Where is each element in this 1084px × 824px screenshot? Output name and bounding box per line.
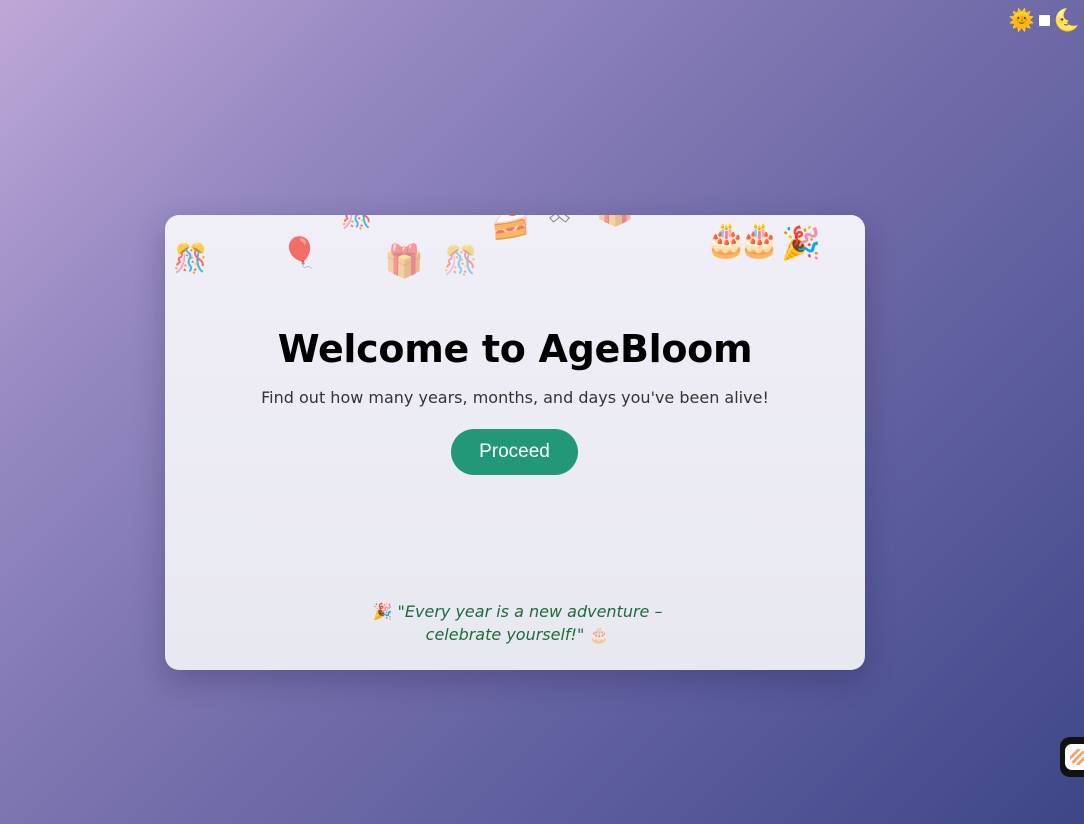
cake-icon: 🎂	[738, 220, 781, 260]
ribbon-icon: 🎗	[543, 215, 576, 223]
theme-switch[interactable]	[1038, 14, 1050, 26]
sun-icon: 🌞	[1008, 7, 1035, 32]
quote-text: "Every year is a new adventure – celebra…	[397, 602, 663, 644]
cake-slice-icon: 🍰	[490, 215, 533, 242]
gift-icon: 🎁	[595, 215, 635, 225]
page-subtitle: Find out how many years, months, and day…	[261, 388, 769, 407]
party-popper-icon: 🎉	[372, 602, 393, 621]
confetti-ball-icon: 🎊	[443, 244, 478, 277]
welcome-card: 🎊 🎊 🎈 🎁 🎊 🍰 🎗 🎁 🎂 🎂 🎉 Welcome to AgeBloo…	[165, 215, 865, 670]
party-popper-icon: 🎉	[781, 224, 821, 262]
confetti-ball-icon: 🎊	[341, 215, 374, 231]
motivational-quote: 🎉 "Every year is a new adventure – celeb…	[340, 600, 695, 646]
moon-icon: 🌜	[1053, 7, 1080, 32]
floating-app-badge[interactable]	[1060, 737, 1084, 777]
confetti-ball-icon: 🎊	[173, 242, 208, 275]
badge-logo-icon	[1065, 744, 1084, 770]
page-title: Welcome to AgeBloom	[277, 327, 753, 371]
cake-icon: 🎂	[589, 625, 610, 644]
cake-icon: 🎂	[705, 220, 748, 260]
balloon-icon: 🎈	[281, 236, 319, 271]
gift-icon: 🎁	[384, 242, 424, 280]
proceed-button[interactable]: Proceed	[451, 429, 578, 475]
theme-toggle[interactable]: 🌞 🌜	[1009, 6, 1080, 34]
